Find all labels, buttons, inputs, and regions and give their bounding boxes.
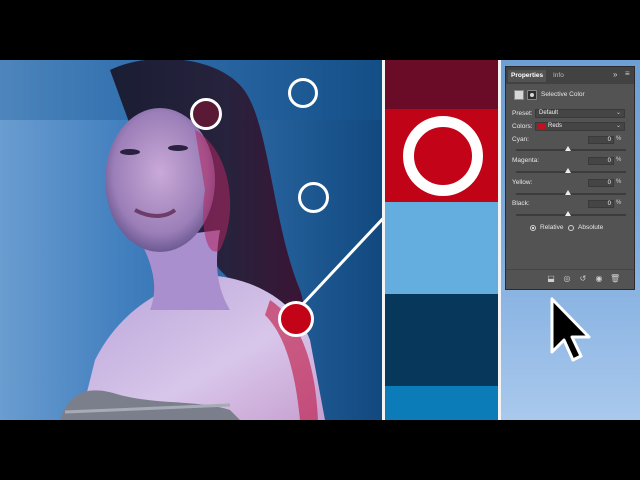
slider-value-field[interactable]: 0 xyxy=(588,179,614,187)
percent-unit: % xyxy=(616,157,622,163)
sample-marker-red[interactable] xyxy=(278,301,314,337)
relative-radio[interactable] xyxy=(530,225,536,231)
properties-panel: Properties Info » ≡ Selective Color Pres… xyxy=(505,66,635,290)
percent-unit: % xyxy=(616,179,622,185)
colors-value: Reds xyxy=(548,123,563,129)
absolute-label: Absolute xyxy=(578,224,604,231)
colors-dropdown[interactable]: Reds ⌄ xyxy=(535,122,625,131)
layer-mask-icon[interactable] xyxy=(527,90,537,100)
panel-tabs: Properties Info » ≡ xyxy=(506,67,634,84)
slider-thumb[interactable] xyxy=(565,190,571,195)
chevron-down-icon: ⌄ xyxy=(615,123,621,129)
absolute-radio[interactable] xyxy=(568,225,574,231)
slider-label: Cyan: xyxy=(512,136,529,143)
slider-label: Yellow: xyxy=(512,179,533,186)
slider-thumb[interactable] xyxy=(565,168,571,173)
tab-info[interactable]: Info xyxy=(550,70,567,82)
relative-label: Relative xyxy=(540,224,564,231)
preset-label: Preset: xyxy=(512,110,533,117)
adjustment-layer-icon xyxy=(514,90,524,100)
percent-unit: % xyxy=(616,136,622,142)
panel-bottom-bar: ⬓ ◎ ↺ ◉ 🗑 xyxy=(506,269,634,290)
percent-unit: % xyxy=(616,200,622,206)
slider-track[interactable] xyxy=(516,193,626,195)
slider-value-field[interactable]: 0 xyxy=(588,157,614,165)
visibility-eye-icon[interactable]: ◉ xyxy=(594,274,604,284)
preset-value: Default xyxy=(539,110,559,116)
adjustment-title: Selective Color xyxy=(541,91,585,98)
slider-label: Magenta: xyxy=(512,157,540,164)
slider-track[interactable] xyxy=(516,214,626,216)
swatch-light-blue xyxy=(385,202,498,294)
slider-thumb[interactable] xyxy=(565,146,571,151)
swatch-maroon xyxy=(385,60,498,109)
slider-value-field[interactable]: 0 xyxy=(588,136,614,144)
swatch-blue xyxy=(385,386,498,420)
swatch-navy xyxy=(385,294,498,386)
slider-track[interactable] xyxy=(516,171,626,173)
trash-icon[interactable]: 🗑 xyxy=(610,274,620,284)
tab-properties[interactable]: Properties xyxy=(508,70,547,82)
selected-color-ring xyxy=(403,116,483,196)
slider-track[interactable] xyxy=(516,149,626,151)
slider-thumb[interactable] xyxy=(565,211,571,216)
collapse-panel-icon[interactable]: » xyxy=(613,70,617,79)
preset-dropdown[interactable]: Default ⌄ xyxy=(535,109,625,118)
reset-icon[interactable]: ↺ xyxy=(578,274,588,284)
view-previous-icon[interactable]: ◎ xyxy=(562,274,572,284)
colors-swatch xyxy=(538,124,546,129)
chevron-down-icon: ⌄ xyxy=(615,110,621,116)
slider-label: Black: xyxy=(512,200,530,207)
panel-menu-icon[interactable]: ≡ xyxy=(625,69,630,78)
mouse-cursor-icon xyxy=(550,297,591,362)
slider-value-field[interactable]: 0 xyxy=(588,200,614,208)
colors-label: Colors: xyxy=(512,123,533,130)
clip-to-layer-icon[interactable]: ⬓ xyxy=(546,274,556,284)
